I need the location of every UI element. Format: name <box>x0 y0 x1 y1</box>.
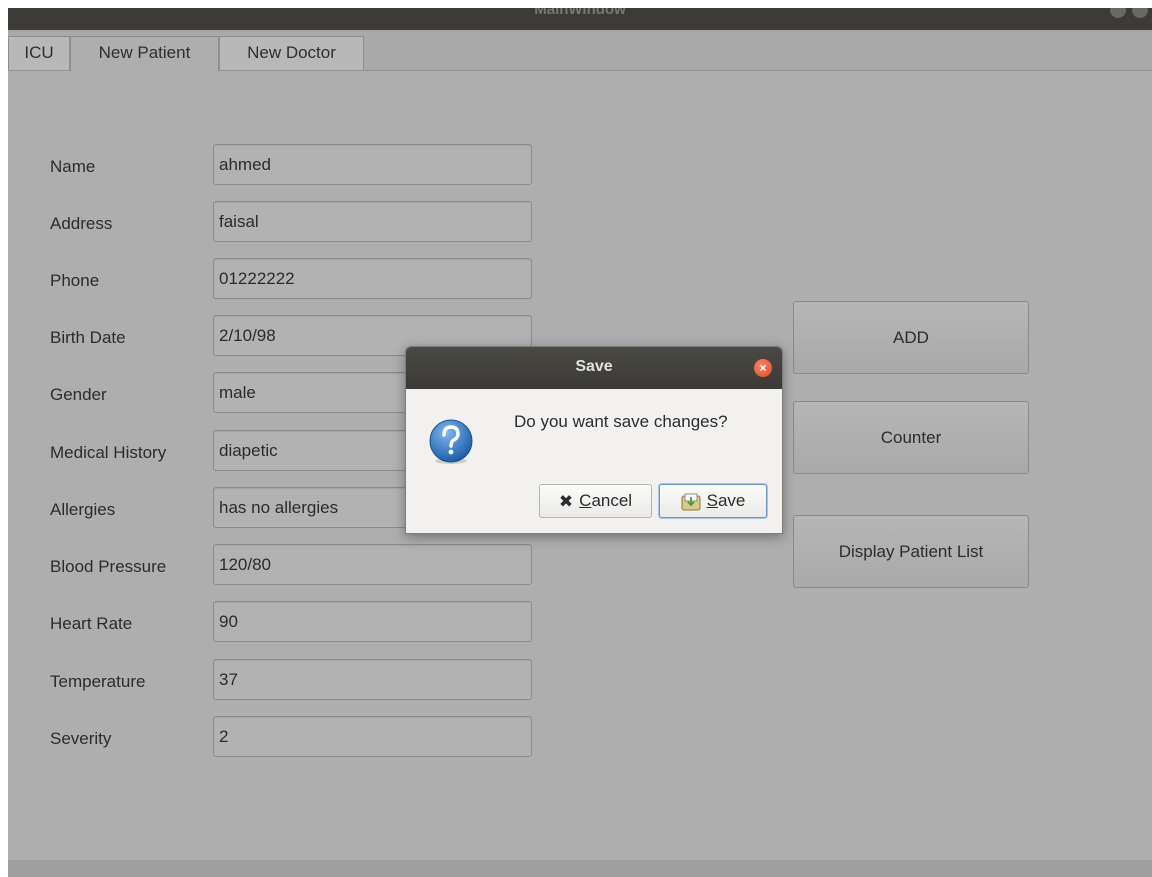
counter-button[interactable]: Counter <box>793 401 1029 474</box>
save-dialog: Save × Do you want save changes? ✖ Cancel <box>405 346 783 534</box>
blood-pressure-label: Blood Pressure <box>50 557 167 576</box>
close-icon[interactable]: × <box>754 359 772 377</box>
dialog-message: Do you want save changes? <box>514 412 728 431</box>
dialog-titlebar[interactable]: Save × <box>406 347 782 389</box>
heart-rate-field[interactable]: 90 <box>213 601 532 642</box>
blood-pressure-field[interactable]: 120/80 <box>213 544 532 585</box>
question-icon <box>429 419 473 464</box>
tab-bar: ICU New Patient New Doctor <box>8 30 1152 72</box>
address-field[interactable]: faisal <box>213 201 532 242</box>
add-button[interactable]: ADD <box>793 301 1029 374</box>
dialog-title: Save <box>575 358 613 375</box>
allergies-label: Allergies <box>50 500 116 519</box>
status-bar <box>8 860 1152 877</box>
birth-date-label: Birth Date <box>50 328 126 347</box>
heart-rate-label: Heart Rate <box>50 614 133 633</box>
name-field[interactable]: ahmed <box>213 144 532 185</box>
temperature-field[interactable]: 37 <box>213 659 532 700</box>
save-button[interactable]: Save <box>659 484 767 518</box>
gender-label: Gender <box>50 385 107 404</box>
save-icon <box>681 493 701 511</box>
cancel-icon: ✖ <box>558 491 574 511</box>
tab-new-doctor[interactable]: New Doctor <box>219 36 364 70</box>
temperature-label: Temperature <box>50 672 146 691</box>
window-title: MainWindow <box>534 8 626 18</box>
severity-label: Severity <box>50 729 112 748</box>
display-patient-list-button[interactable]: Display Patient List <box>793 515 1029 588</box>
window-titlebar[interactable]: MainWindow <box>8 8 1152 30</box>
severity-field[interactable]: 2 <box>213 716 532 757</box>
cancel-label-rest: ancel <box>591 491 633 510</box>
medical-history-label: Medical History <box>50 443 167 462</box>
phone-field[interactable]: 01222222 <box>213 258 532 299</box>
name-label: Name <box>50 157 96 176</box>
screen: MainWindow ICU New Patient New Doctor Na… <box>0 0 1152 877</box>
tab-new-patient[interactable]: New Patient <box>70 36 219 72</box>
save-mnemonic: S <box>706 491 718 510</box>
cancel-mnemonic: C <box>579 491 592 510</box>
phone-label: Phone <box>50 271 100 290</box>
save-label-rest: ave <box>717 491 746 510</box>
tab-icu[interactable]: ICU <box>8 36 70 70</box>
cancel-button[interactable]: ✖ Cancel <box>539 484 652 518</box>
address-label: Address <box>50 214 113 233</box>
